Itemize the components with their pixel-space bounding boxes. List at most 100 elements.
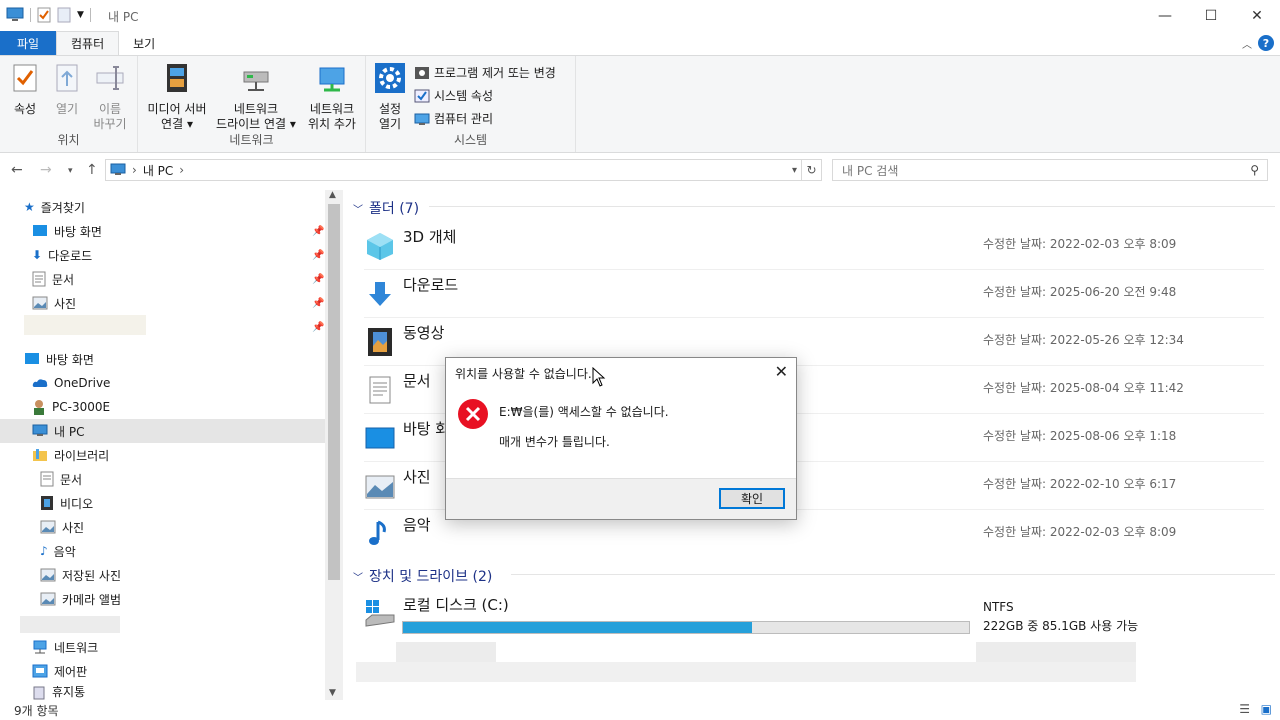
nav-scrollbar[interactable]: ▲ ▼ — [325, 190, 343, 700]
nav-lib-saved-pictures[interactable]: 저장된 사진 — [40, 563, 121, 587]
forward-icon[interactable]: → — [40, 162, 52, 178]
local-disk-icon — [365, 600, 395, 627]
uninstall-label: 프로그램 제거 또는 변경 — [434, 66, 556, 80]
folder-downloads[interactable]: 다운로드 수정한 날짜: 2025-06-20 오전 9:48 — [364, 270, 1264, 318]
up-icon[interactable]: ↑ — [86, 162, 98, 178]
nav-onedrive[interactable]: OneDrive — [32, 371, 110, 395]
pin-icon[interactable]: 📌 — [312, 226, 324, 237]
properties-label: 속성 — [13, 102, 37, 116]
redacted-item — [20, 616, 120, 633]
pin-icon[interactable]: 📌 — [312, 274, 324, 285]
maximize-button[interactable]: ☐ — [1188, 0, 1234, 31]
nav-recycle-bin[interactable]: 휴지통 — [32, 683, 85, 700]
redacted-item — [396, 642, 496, 662]
pin-icon[interactable]: 📌 — [312, 250, 324, 261]
nav-network[interactable]: 네트워크 — [32, 635, 98, 659]
help-icon[interactable]: ? — [1258, 35, 1274, 51]
map-drive-label-1: 네트워크 — [233, 102, 279, 116]
computer-management-button[interactable]: 컴퓨터 관리 — [414, 110, 493, 127]
uninstall-program-button[interactable]: 프로그램 제거 또는 변경 — [414, 64, 556, 81]
nav-item-label: 사진 — [54, 296, 77, 311]
tab-view[interactable]: 보기 — [119, 31, 169, 55]
nav-quick-access[interactable]: ★ 즐겨찾기 — [24, 195, 85, 219]
desktop-icon — [33, 225, 47, 236]
pin-icon[interactable]: 📌 — [312, 322, 324, 333]
nav-item-desktop[interactable]: 바탕 화면 — [32, 219, 102, 243]
drive-free-space: 222GB 중 85.1GB 사용 가능 — [983, 619, 1139, 633]
redacted-item — [976, 642, 1136, 662]
chevron-down-icon: ﹀ — [353, 572, 363, 584]
add-network-location-button[interactable]: 네트워크 위치 추가 — [302, 62, 362, 132]
nav-lib-music[interactable]: ♪ 음악 — [40, 539, 76, 563]
open-button[interactable]: 열기 — [50, 62, 84, 117]
details-view-icon[interactable]: ☰ — [1239, 702, 1250, 716]
properties-icon[interactable] — [37, 7, 51, 23]
computer-management-icon — [414, 113, 430, 125]
search-icon: ⚲ — [1250, 163, 1259, 177]
pin-icon[interactable]: 📌 — [312, 298, 324, 309]
open-settings-button[interactable]: 설정 열기 — [372, 62, 408, 132]
dialog-close-icon[interactable]: ✕ — [775, 362, 788, 381]
folders-section-header[interactable]: ﹀ 폴더 (7) — [353, 198, 419, 218]
close-button[interactable]: ✕ — [1234, 0, 1280, 31]
address-dropdown-icon[interactable]: ▾ — [792, 165, 797, 176]
properties-button[interactable]: 속성 — [8, 62, 42, 117]
folder-3d-objects[interactable]: 3D 개체 수정한 날짜: 2022-02-03 오후 8:09 — [364, 222, 1264, 270]
nav-lib-pictures[interactable]: 사진 — [40, 515, 84, 539]
address-bar[interactable]: › 내 PC › ▾ — [105, 159, 802, 181]
computer-icon — [32, 424, 48, 436]
drive-usage-fill — [403, 622, 753, 633]
scroll-thumb[interactable] — [328, 204, 340, 580]
tab-file[interactable]: 파일 — [0, 31, 56, 55]
system-properties-label: 시스템 속성 — [434, 89, 494, 103]
nav-lib-label: 음악 — [53, 544, 76, 559]
recent-locations-icon[interactable]: ▾ — [68, 166, 73, 176]
nav-item-pictures[interactable]: 사진 — [32, 291, 76, 315]
nav-this-pc[interactable]: 내 PC — [0, 419, 325, 443]
nav-item-downloads[interactable]: ⬇ 다운로드 — [32, 243, 92, 267]
mouse-cursor-icon — [592, 367, 606, 387]
pictures-icon — [32, 296, 48, 310]
map-drive-button[interactable]: 네트워크 드라이브 연결 ▾ — [214, 62, 298, 132]
large-icons-view-icon[interactable]: ▣ — [1261, 702, 1272, 716]
nav-libraries[interactable]: 라이브러리 — [32, 443, 109, 467]
ribbon: 속성 열기 이름 바꾸기 위치 미디어 서버 연결 ▾ 네트워크 드라이브 연결… — [0, 55, 1280, 153]
media-server-icon — [167, 64, 187, 92]
rename-button[interactable]: 이름 바꾸기 — [90, 62, 130, 132]
redacted-item — [356, 662, 1136, 682]
new-folder-icon[interactable] — [57, 7, 71, 23]
group-network: 미디어 서버 연결 ▾ 네트워크 드라이브 연결 ▾ 네트워크 위치 추가 네트… — [138, 56, 366, 152]
nav-control-panel[interactable]: 제어판 — [32, 659, 87, 683]
search-input[interactable]: 내 PC 검색 ⚲ — [832, 159, 1268, 181]
nav-lib-videos[interactable]: 비디오 — [40, 491, 93, 515]
nav-user[interactable]: PC-3000E — [32, 395, 110, 419]
nav-desktop[interactable]: 바탕 화면 — [24, 347, 94, 371]
customize-dropdown-icon[interactable]: ▼ — [77, 10, 84, 20]
pictures-icon — [40, 520, 56, 534]
drives-section-header[interactable]: ﹀ 장치 및 드라이브 (2) — [353, 566, 492, 586]
breadcrumb-this-pc[interactable]: 내 PC — [143, 162, 173, 179]
folder-date: 수정한 날짜: 2022-02-03 오후 8:09 — [983, 525, 1177, 539]
nav-lib-documents[interactable]: 문서 — [40, 467, 82, 491]
drive-c[interactable]: 로컬 디스크 (C:) NTFS 222GB 중 85.1GB 사용 가능 — [364, 592, 1264, 638]
system-properties-button[interactable]: 시스템 속성 — [414, 87, 493, 104]
refresh-icon[interactable]: ↻ — [802, 159, 822, 181]
scroll-down-icon[interactable]: ▼ — [329, 688, 336, 698]
folder-date: 수정한 날짜: 2025-08-04 오후 11:42 — [983, 381, 1184, 395]
video-icon — [41, 496, 53, 510]
folder-name: 다운로드 — [403, 276, 459, 294]
nav-item-documents[interactable]: 문서 — [32, 267, 74, 291]
drive-usage-bar — [402, 621, 970, 634]
music-icon: ♪ — [40, 544, 48, 558]
chevron-up-icon[interactable]: ︿ — [1242, 36, 1252, 51]
minimize-button[interactable]: — — [1142, 0, 1188, 31]
back-icon[interactable]: ← — [11, 162, 23, 178]
music-icon — [369, 520, 386, 545]
media-server-button[interactable]: 미디어 서버 연결 ▾ — [144, 62, 210, 132]
scroll-up-icon[interactable]: ▲ — [329, 190, 336, 200]
ok-button[interactable]: 확인 — [719, 488, 785, 509]
folder-name: 사진 — [403, 468, 431, 486]
item-count: 9개 항목 — [14, 704, 59, 718]
nav-lib-camera-roll[interactable]: 카메라 앨범 — [40, 587, 121, 611]
tab-computer[interactable]: 컴퓨터 — [56, 31, 120, 55]
